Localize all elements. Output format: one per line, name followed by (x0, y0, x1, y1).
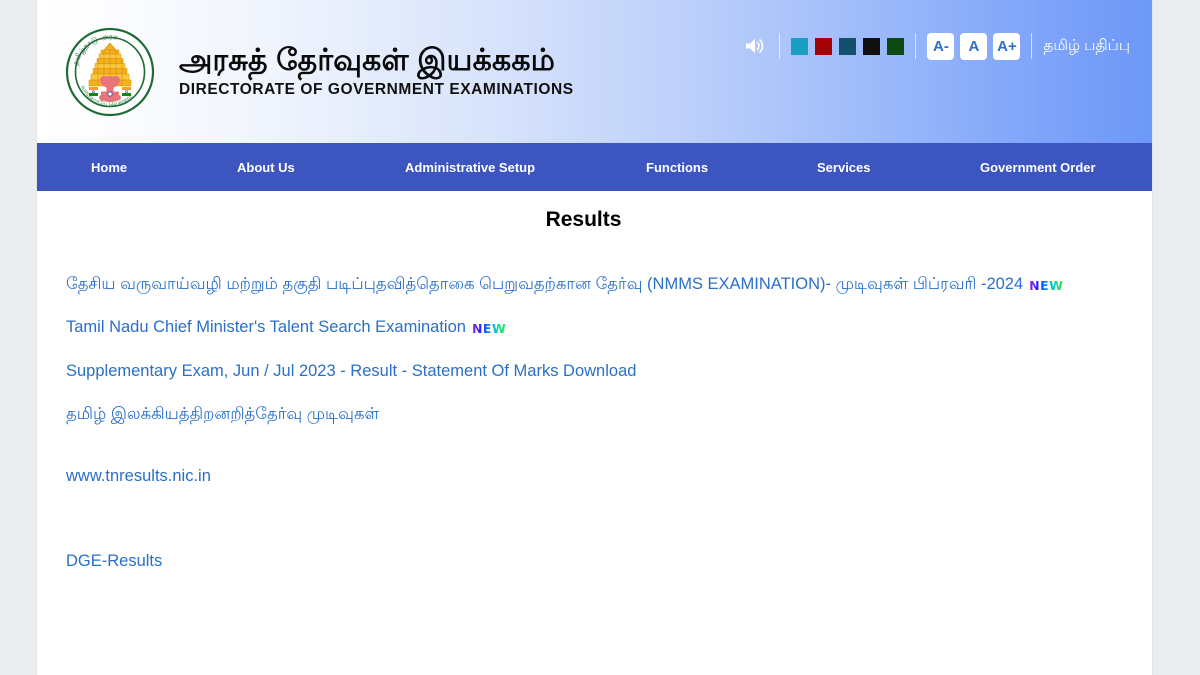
page-title: Results (545, 208, 622, 231)
font-normal-button[interactable]: A (960, 32, 988, 60)
accessibility-toolbar: A- A A+ தமிழ் பதிப்பு (742, 30, 1130, 62)
nav-government-order[interactable]: Government Order (980, 160, 1096, 175)
font-decrease-button[interactable]: A- (927, 32, 955, 60)
brand: தமிழ்நாடு அரசு வாய்மையே வெல்லும் அரசுத் … (63, 25, 574, 119)
result-link-cm-talent-search[interactable]: Tamil Nadu Chief Minister's Talent Searc… (66, 318, 466, 336)
result-link-tnresults[interactable]: www.tnresults.nic.in (66, 467, 211, 485)
tamil-version-link[interactable]: தமிழ் பதிப்பு (1043, 37, 1130, 56)
new-badge-icon: NEW (1029, 278, 1064, 293)
theme-color-swatches (791, 37, 905, 55)
site-header: தமிழ்நாடு அரசு வாய்மையே வெல்லும் அரசுத் … (37, 0, 1152, 143)
toolbar-divider-1 (779, 33, 781, 59)
font-size-controls: A- A A+ (927, 32, 1021, 60)
main-content: Results தேசிய வருவாய்வழி மற்றும் தகுதி ப… (37, 191, 1152, 675)
result-link-nmms[interactable]: தேசிய வருவாய்வழி மற்றும் தகுதி படிப்புதவ… (66, 275, 1023, 293)
result-link-supplementary-exam[interactable]: Supplementary Exam, Jun / Jul 2023 - Res… (66, 362, 636, 380)
new-badge-icon: NEW (471, 321, 507, 337)
nav-services[interactable]: Services (817, 160, 871, 175)
results-row-tnresults: www.tnresults.nic.in (66, 465, 1122, 488)
site-title-english: DIRECTORATE OF GOVERNMENT EXAMINATIONS (179, 80, 574, 98)
toolbar-divider-3 (1031, 33, 1033, 59)
brand-text: அரசுத் தேர்வுகள் இயக்ககம் DIRECTORATE OF… (179, 45, 574, 98)
theme-swatch-black[interactable] (863, 37, 881, 55)
toolbar-divider-2 (915, 33, 917, 59)
nav-about-us[interactable]: About Us (237, 160, 295, 175)
nav-functions[interactable]: Functions (646, 160, 708, 175)
theme-swatch-cyan[interactable] (791, 37, 809, 55)
results-row-dge-results: DGE-Results (66, 550, 1122, 573)
main-navigation: Home About Us Administrative Setup Funct… (37, 143, 1152, 191)
tamil-nadu-government-emblem-icon: தமிழ்நாடு அரசு வாய்மையே வெல்லும் (63, 25, 157, 119)
font-increase-button[interactable]: A+ (993, 32, 1021, 60)
results-row-nmms: தேசிய வருவாய்வழி மற்றும் தகுதி படிப்புதவ… (66, 273, 1122, 296)
results-row-tamil-literature: தமிழ் இலக்கியத்திறனறித்தேர்வு முடிவுகள் (66, 403, 1122, 426)
results-row-supplementary-exam: Supplementary Exam, Jun / Jul 2023 - Res… (66, 360, 1122, 383)
results-links-list: தேசிய வருவாய்வழி மற்றும் தகுதி படிப்புதவ… (37, 273, 1152, 574)
nav-administrative-setup[interactable]: Administrative Setup (405, 160, 535, 175)
theme-swatch-green[interactable] (887, 37, 905, 55)
results-row-cm-talent-search: Tamil Nadu Chief Minister's Talent Searc… (66, 316, 1122, 339)
page-container: தமிழ்நாடு அரசு வாய்மையே வெல்லும் அரசுத் … (37, 0, 1152, 675)
site-title-tamil: அரசுத் தேர்வுகள் இயக்ககம் (179, 44, 556, 78)
result-link-tamil-literature[interactable]: தமிழ் இலக்கியத்திறனறித்தேர்வு முடிவுகள் (66, 405, 379, 423)
speaker-icon[interactable] (742, 33, 768, 59)
nav-home[interactable]: Home (91, 160, 127, 175)
result-link-dge-results[interactable]: DGE-Results (66, 552, 162, 570)
theme-swatch-red[interactable] (815, 37, 833, 55)
theme-swatch-teal[interactable] (839, 37, 857, 55)
